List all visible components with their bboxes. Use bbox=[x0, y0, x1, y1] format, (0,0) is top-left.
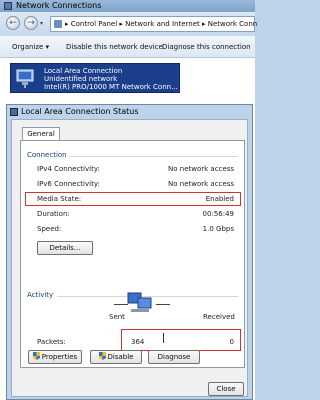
packets-sent-value: 364 bbox=[131, 338, 145, 346]
disable-button-label: Disable bbox=[107, 353, 134, 361]
received-label: Received bbox=[203, 313, 235, 321]
ipv4-label: IPv4 Connectivity: bbox=[37, 165, 100, 173]
connection-group-label: Connection bbox=[27, 151, 67, 159]
packets-received-value: 0 bbox=[229, 338, 234, 346]
network-folder-icon bbox=[4, 2, 12, 10]
control-panel-icon bbox=[54, 20, 62, 28]
properties-button[interactable]: Properties bbox=[28, 350, 82, 364]
arrow-right-icon: → bbox=[27, 18, 35, 28]
back-button[interactable]: ← bbox=[6, 16, 20, 30]
diagnose-connection-command[interactable]: Diagnose this connection bbox=[162, 36, 251, 58]
sent-label: Sent bbox=[109, 313, 125, 321]
network-activity-icon bbox=[127, 292, 152, 312]
media-state-label: Media State: bbox=[37, 195, 82, 203]
disable-button[interactable]: Disable bbox=[90, 350, 142, 364]
recent-pages-dropdown[interactable]: ▾ bbox=[40, 20, 43, 27]
organize-menu[interactable]: Organize ▾ bbox=[12, 36, 49, 58]
network-icon bbox=[10, 108, 18, 116]
explorer-titlebar: Network Connections bbox=[0, 0, 255, 12]
dialog-titlebar: Local Area Connection Status bbox=[7, 105, 252, 119]
address-path: ▸ Control Panel ▸ Network and Internet ▸… bbox=[65, 20, 258, 28]
close-button[interactable]: Close bbox=[208, 382, 244, 396]
network-adapter-icon bbox=[16, 69, 34, 88]
forward-button[interactable]: → bbox=[24, 16, 38, 30]
packets-label: Packets: bbox=[37, 338, 66, 346]
sent-activity-line bbox=[114, 304, 128, 305]
ipv4-value: No network access bbox=[168, 165, 234, 173]
address-bar: ← → ▾ ▸ Control Panel ▸ Network and Inte… bbox=[0, 12, 258, 36]
address-field[interactable]: ▸ Control Panel ▸ Network and Internet ▸… bbox=[50, 16, 258, 32]
general-tab-panel: Connection IPv4 Connectivity: No network… bbox=[20, 140, 245, 368]
disable-device-command[interactable]: Disable this network device bbox=[66, 36, 163, 58]
details-button[interactable]: Details... bbox=[37, 241, 93, 255]
connection-tile[interactable]: Local Area Connection Unidentified netwo… bbox=[10, 63, 180, 93]
speed-value: 1.0 Gbps bbox=[202, 225, 234, 233]
tab-general[interactable]: General bbox=[22, 127, 60, 141]
dialog-title: Local Area Connection Status bbox=[21, 107, 139, 116]
status-dialog: Local Area Connection Status General Con… bbox=[6, 104, 253, 400]
uac-shield-icon bbox=[32, 352, 40, 360]
ipv6-label: IPv6 Connectivity: bbox=[37, 180, 100, 188]
received-activity-line bbox=[156, 304, 170, 305]
speed-label: Speed: bbox=[37, 225, 62, 233]
activity-group-label: Activity bbox=[27, 291, 54, 299]
connection-adapter: Intel(R) PRO/1000 MT Network Conn... bbox=[44, 83, 178, 91]
media-state-value: Enabled bbox=[205, 195, 234, 203]
window-title: Network Connections bbox=[16, 1, 102, 10]
properties-button-label: Properties bbox=[41, 353, 78, 361]
connection-name: Local Area Connection bbox=[44, 67, 123, 75]
group-divider bbox=[69, 156, 238, 157]
duration-label: Duration: bbox=[37, 210, 70, 218]
dialog-body: General Connection IPv4 Connectivity: No… bbox=[11, 119, 248, 397]
ipv6-value: No network access bbox=[168, 180, 234, 188]
connection-status: Unidentified network bbox=[44, 75, 118, 83]
diagnose-button[interactable]: Diagnose bbox=[148, 350, 200, 364]
command-bar: Organize ▾ Disable this network device D… bbox=[0, 36, 255, 58]
arrow-left-icon: ← bbox=[9, 18, 17, 28]
packets-divider bbox=[163, 333, 164, 343]
uac-shield-icon bbox=[98, 352, 106, 360]
duration-value: 00:56:49 bbox=[202, 210, 234, 218]
